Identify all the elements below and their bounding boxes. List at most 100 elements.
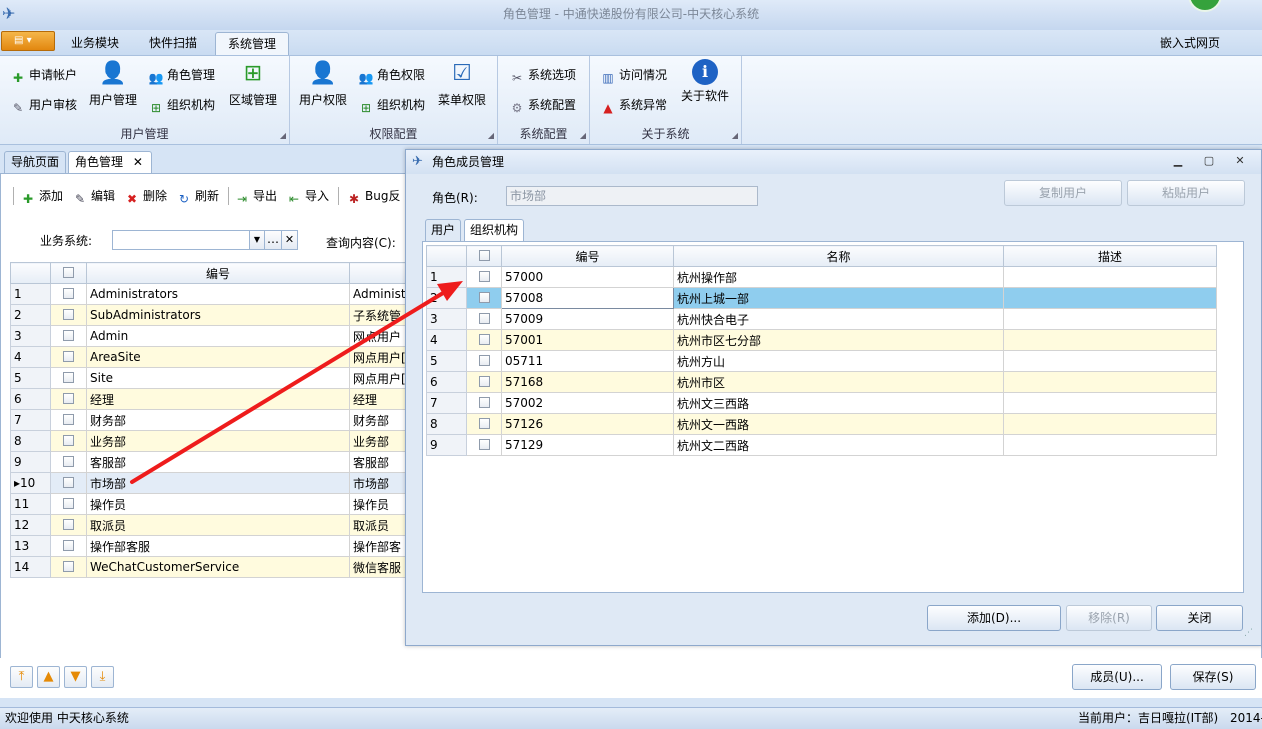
row-checkbox[interactable] <box>466 329 502 351</box>
table-row[interactable]: 3 Admin 网点用户 <box>10 325 405 347</box>
close-tab-icon[interactable]: ✕ <box>133 155 143 169</box>
table-row[interactable]: 8 57126 杭州文一西路 <box>426 413 1217 435</box>
role-manage-button[interactable]: 👥 角色管理 <box>148 67 216 86</box>
dialog-launcher-icon[interactable]: ◢ <box>280 131 286 140</box>
row-checkbox[interactable] <box>466 350 502 372</box>
resize-grip-icon[interactable]: ⋰ <box>1244 628 1253 638</box>
table-row[interactable]: 2 SubAdministrators 子系统管 <box>10 304 405 326</box>
row-checkbox[interactable] <box>466 287 502 309</box>
add-button[interactable]: ✚ 添加 <box>20 184 63 208</box>
refresh-button[interactable]: ↻ 刷新 <box>176 184 219 208</box>
remove-member-button[interactable]: 移除(R) <box>1066 605 1152 631</box>
tab-users[interactable]: 用户 <box>425 219 462 241</box>
table-row[interactable]: 9 客服部 客服部 <box>10 451 405 473</box>
row-checkbox[interactable] <box>50 346 87 368</box>
column-header-name[interactable]: 名称 <box>673 245 1004 267</box>
visits-button[interactable]: ▥ 访问情况 <box>600 67 667 86</box>
tab-system[interactable]: 系统管理 <box>215 32 289 55</box>
row-checkbox[interactable] <box>50 514 87 536</box>
table-row[interactable]: 5 Site 网点用户[ <box>10 367 405 389</box>
apply-account-button[interactable]: ✚ 申请帐户 <box>10 67 77 86</box>
system-options-button[interactable]: ✂ 系统选项 <box>509 67 576 86</box>
menu-perm-button[interactable]: ☑ 菜单权限 <box>434 59 490 108</box>
row-checkbox[interactable] <box>466 413 502 435</box>
row-checkbox[interactable] <box>50 304 87 326</box>
close-icon[interactable]: ✕ <box>1232 154 1248 168</box>
row-checkbox[interactable] <box>466 392 502 414</box>
table-row[interactable]: 4 57001 杭州市区七分部 <box>426 329 1217 351</box>
select-all-checkbox[interactable] <box>50 262 87 284</box>
about-software-button[interactable]: i 关于软件 <box>678 59 732 104</box>
row-checkbox[interactable] <box>50 493 87 515</box>
table-row[interactable]: ▸10 市场部 市场部 <box>10 472 405 494</box>
table-row[interactable]: 9 57129 杭州文二西路 <box>426 434 1217 456</box>
table-row[interactable]: 2 57008 杭州上城一部 <box>426 287 1217 309</box>
dialog-launcher-icon[interactable]: ◢ <box>580 131 586 140</box>
paste-users-button[interactable]: 粘贴用户 <box>1127 180 1245 206</box>
embed-webpage-link[interactable]: 嵌入式网页 <box>1160 34 1220 51</box>
export-button[interactable]: ⇥ 导出 <box>234 184 277 208</box>
role-grid[interactable]: 编号 1 Administrators Administr 2 SubAdministr… <box>10 262 405 578</box>
table-row[interactable]: 12 取派员 取派员 <box>10 514 405 536</box>
row-checkbox[interactable] <box>50 409 87 431</box>
tab-role-manage[interactable]: 角色管理 ✕ <box>68 151 152 173</box>
table-row[interactable]: 14 WeChatCustomerService 微信客服 <box>10 556 405 578</box>
select-all-checkbox[interactable] <box>466 245 502 267</box>
edit-button[interactable]: ✎ 编辑 <box>72 184 115 208</box>
system-config-button[interactable]: ⚙ 系统配置 <box>509 97 576 116</box>
bug-report-button[interactable]: ✱ Bug反 <box>346 184 401 208</box>
role-perm-button[interactable]: 👥 角色权限 <box>358 67 426 86</box>
move-bottom-button[interactable]: ⤓ <box>91 666 114 688</box>
row-checkbox[interactable] <box>466 434 502 456</box>
business-system-input[interactable] <box>112 230 250 250</box>
user-perm-button[interactable]: 👤 用户权限 <box>296 59 350 108</box>
move-down-button[interactable]: ▼ <box>64 666 87 688</box>
add-member-button[interactable]: 添加(D)... <box>927 605 1061 631</box>
row-checkbox[interactable] <box>466 266 502 288</box>
cell-code[interactable]: 57008 <box>501 287 674 309</box>
column-header-name[interactable] <box>349 262 405 284</box>
table-row[interactable]: 1 57000 杭州操作部 <box>426 266 1217 288</box>
import-button[interactable]: ⇤ 导入 <box>286 184 329 208</box>
dropdown-arrow-icon[interactable]: ▼ <box>249 230 265 250</box>
ellipsis-icon[interactable]: … <box>264 230 282 250</box>
app-menu-button[interactable]: ▤ ▾ <box>1 31 55 51</box>
dialog-launcher-icon[interactable]: ◢ <box>732 131 738 140</box>
delete-button[interactable]: ✖ 删除 <box>124 184 167 208</box>
org-grid[interactable]: 编号 名称 描述 1 57000 杭州操作部 2 57008 杭州上城一部 3 57009 杭州快合… <box>426 245 1238 590</box>
column-header-description[interactable]: 描述 <box>1003 245 1217 267</box>
clear-icon[interactable]: ✕ <box>281 230 298 250</box>
row-checkbox[interactable] <box>50 325 87 347</box>
table-row[interactable]: 6 57168 杭州市区 <box>426 371 1217 393</box>
move-up-button[interactable]: ▲ <box>37 666 60 688</box>
column-header-code[interactable]: 编号 <box>501 245 674 267</box>
tab-scan[interactable]: 快件扫描 <box>140 32 206 55</box>
table-row[interactable]: 7 财务部 财务部 <box>10 409 405 431</box>
row-checkbox[interactable] <box>50 283 87 305</box>
move-top-button[interactable]: ⤒ <box>10 666 33 688</box>
table-row[interactable]: 11 操作员 操作员 <box>10 493 405 515</box>
table-row[interactable]: 6 经理 经理 <box>10 388 405 410</box>
row-checkbox[interactable] <box>50 535 87 557</box>
dialog-launcher-icon[interactable]: ◢ <box>488 131 494 140</box>
minimize-icon[interactable]: ▁ <box>1170 154 1186 168</box>
close-dialog-button[interactable]: 关闭 <box>1156 605 1243 631</box>
table-row[interactable]: 8 业务部 业务部 <box>10 430 405 452</box>
tab-organization[interactable]: 组织机构 <box>464 219 525 241</box>
table-row[interactable]: 13 操作部客服 操作部客 <box>10 535 405 557</box>
copy-users-button[interactable]: 复制用户 <box>1004 180 1122 206</box>
row-checkbox[interactable] <box>50 388 87 410</box>
table-row[interactable]: 3 57009 杭州快合电子 <box>426 308 1217 330</box>
system-errors-button[interactable]: ▲ 系统异常 <box>600 97 667 116</box>
perm-org-button[interactable]: ⊞ 组织机构 <box>358 97 425 116</box>
table-row[interactable]: 1 Administrators Administr <box>10 283 405 305</box>
user-manage-button[interactable]: 👤 用户管理 <box>88 59 138 108</box>
members-button[interactable]: 成员(U)... <box>1072 664 1162 690</box>
region-manage-button[interactable]: ⊞ 区域管理 <box>226 59 280 108</box>
row-checkbox[interactable] <box>50 556 87 578</box>
tab-nav-page[interactable]: 导航页面 <box>4 151 67 173</box>
save-button[interactable]: 保存(S) <box>1170 664 1256 690</box>
row-checkbox[interactable] <box>50 451 87 473</box>
row-checkbox[interactable] <box>466 308 502 330</box>
row-checkbox[interactable] <box>50 472 87 494</box>
